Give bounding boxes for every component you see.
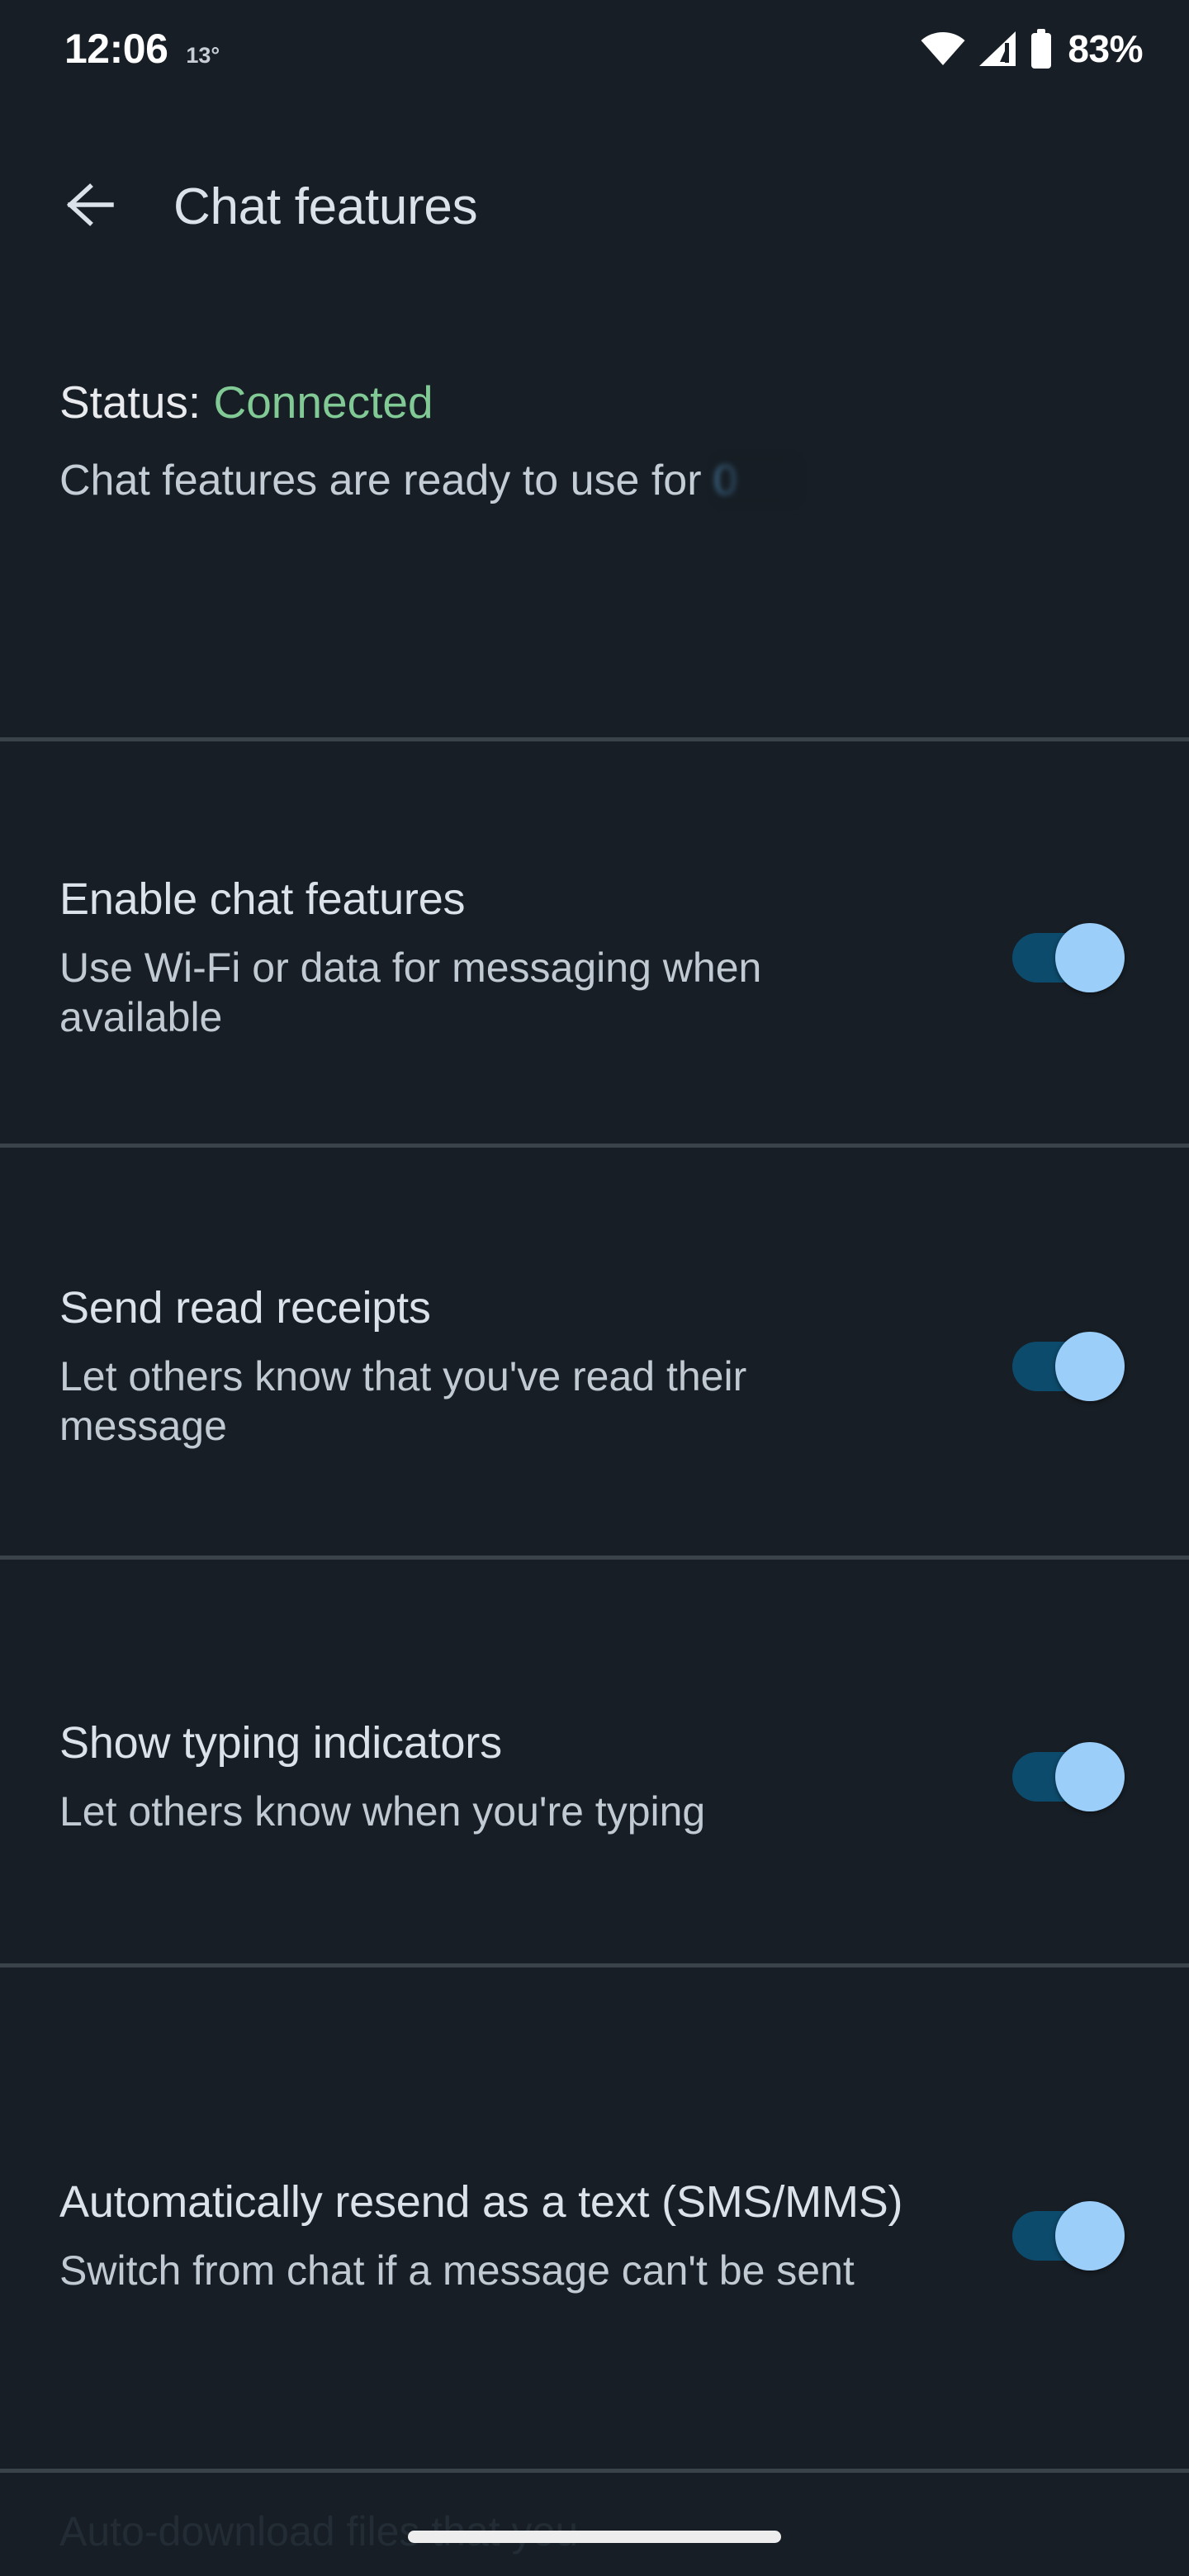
cellular-signal-icon <box>977 31 1018 67</box>
page-title: Chat features <box>173 178 478 235</box>
back-button[interactable] <box>48 160 140 253</box>
toggle-thumb <box>1055 1332 1125 1401</box>
setting-text-block: Enable chat features Use Wi-Fi or data f… <box>59 874 935 1043</box>
setting-subtitle: Let others know that you've read their m… <box>59 1353 747 1450</box>
divider <box>0 2469 1189 2473</box>
wifi-icon <box>920 31 966 67</box>
setting-title: Automatically resend as a text (SMS/MMS) <box>59 2176 903 2227</box>
setting-row-send-read-receipts[interactable]: Send read receipts Let others know that … <box>0 1193 1189 1540</box>
status-badge: Connected <box>213 376 433 428</box>
setting-subtitle: Let others know when you're typing <box>59 1788 706 1835</box>
settings-screen: 12:06 13° 83% Chat features Status: Conn… <box>0 0 1189 2576</box>
divider <box>0 1963 1189 1968</box>
status-bar-temperature: 13° <box>186 43 220 68</box>
setting-title: Show typing indicators <box>59 1717 502 1768</box>
toggle-show-typing-indicators[interactable] <box>1012 1742 1125 1811</box>
setting-row-show-typing-indicators[interactable]: Show typing indicators Let others know w… <box>0 1603 1189 1950</box>
redacted-phone-number: 0 <box>713 455 800 507</box>
setting-text-block: Send read receipts Let others know that … <box>59 1282 935 1451</box>
home-gesture-bar[interactable] <box>408 2531 781 2543</box>
toggle-send-read-receipts[interactable] <box>1012 1332 1125 1401</box>
setting-text-block: Automatically resend as a text (SMS/MMS)… <box>59 2176 935 2296</box>
battery-percent-label: 83% <box>1068 27 1143 70</box>
status-description: Chat features are ready to use for 0 <box>59 455 1075 507</box>
status-bar-left-cluster: 12:06 13° <box>64 28 220 69</box>
setting-title: Enable chat features <box>59 874 466 924</box>
arrow-left-icon <box>66 182 121 232</box>
toggle-thumb <box>1055 1742 1125 1811</box>
status-line: Status: Connected <box>59 380 1130 425</box>
status-description-text: Chat features are ready to use for <box>59 457 713 504</box>
toggle-thumb <box>1055 923 1125 992</box>
system-status-bar: 12:06 13° 83% <box>0 0 1189 97</box>
status-bar-right-cluster: 83% <box>920 29 1143 69</box>
divider <box>0 737 1189 741</box>
app-bar: Chat features <box>0 154 1189 259</box>
setting-text-block: Show typing indicators Let others know w… <box>59 1717 935 1837</box>
setting-row-auto-resend-as-text[interactable]: Automatically resend as a text (SMS/MMS)… <box>0 2013 1189 2459</box>
battery-icon <box>1029 29 1054 69</box>
divider <box>0 1144 1189 1148</box>
toggle-enable-chat-features[interactable] <box>1012 923 1125 992</box>
status-label: Status: <box>59 376 201 428</box>
toggle-thumb <box>1055 2201 1125 2271</box>
setting-row-enable-chat-features[interactable]: Enable chat features Use Wi-Fi or data f… <box>0 784 1189 1131</box>
toggle-auto-resend-as-text[interactable] <box>1012 2201 1125 2271</box>
setting-title: Send read receipts <box>59 1282 431 1333</box>
setting-subtitle: Switch from chat if a message can't be s… <box>59 2247 855 2294</box>
setting-subtitle: Use Wi-Fi or data for messaging when ava… <box>59 945 762 1041</box>
status-bar-clock: 12:06 <box>64 26 168 72</box>
chat-features-status-block: Status: Connected Chat features are read… <box>0 380 1189 507</box>
divider <box>0 1556 1189 1560</box>
